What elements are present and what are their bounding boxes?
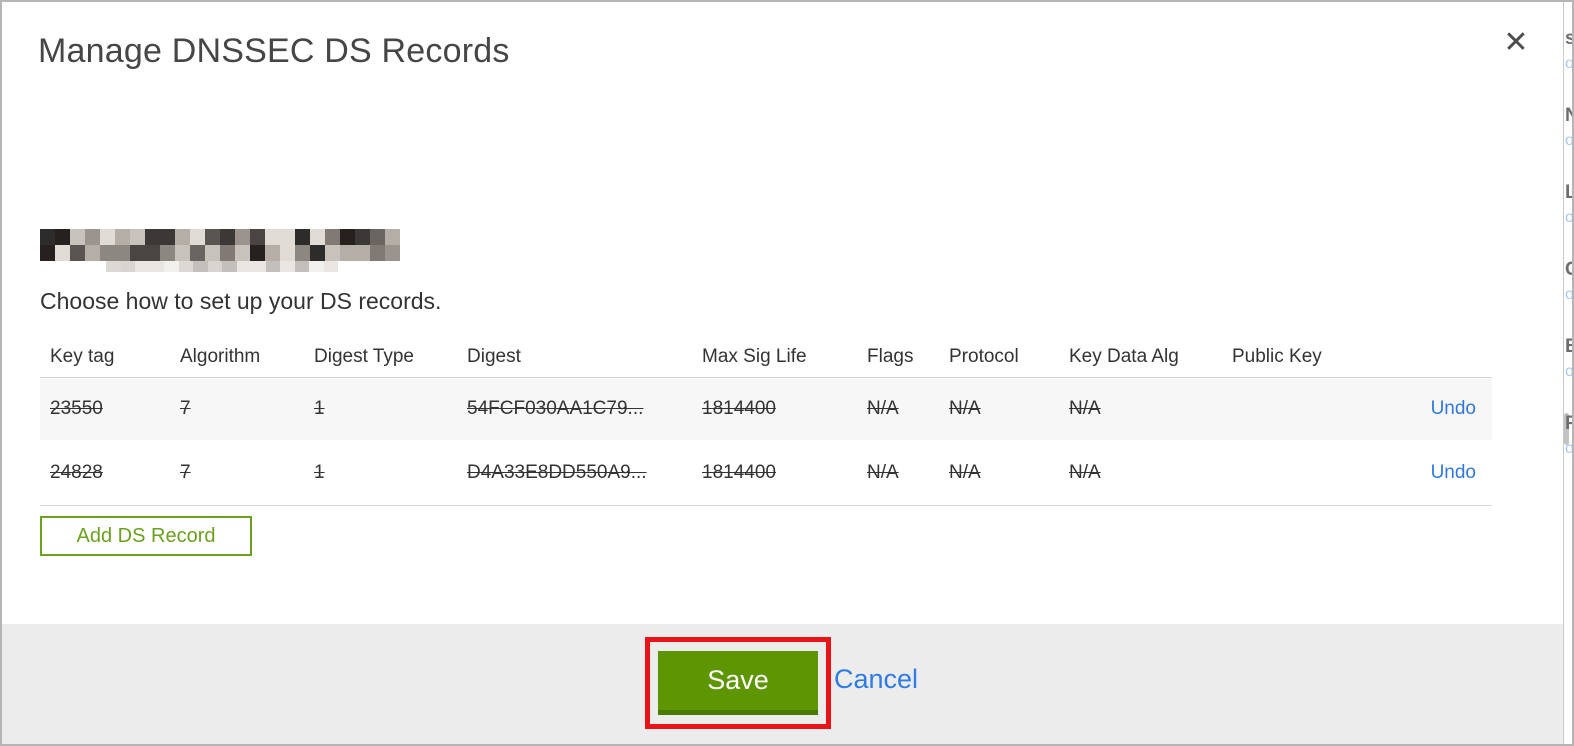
background-link-fragment: o [1565,286,1572,304]
ds-records-table: Key tag Algorithm Digest Type Digest Max… [40,336,1492,506]
col-header-key-data-alg: Key Data Alg [1069,345,1179,367]
background-text-fragment: L [1565,182,1572,204]
red-highlight-annotation: Save [645,637,831,729]
background-link-fragment: o [1565,132,1572,150]
cell-digest-type: 1 [314,398,325,419]
table-row: 24828 7 1 D4A33E8DD550A9... 1814400 N/A … [40,440,1492,506]
cell-digest: D4A33E8DD550A9... [467,461,647,483]
background-link-fragment: o [1565,55,1572,73]
redacted-domain-name [40,229,400,261]
cell-key-data-alg: N/A [1069,398,1101,419]
page-title: Manage DNSSEC DS Records [38,32,510,70]
cell-digest: 54FCF030AA1C79... [467,398,644,419]
cell-key-tag: 23550 [50,398,103,419]
redacted-domain-fringe [106,261,338,272]
col-header-key-tag: Key tag [50,345,115,367]
cell-algorithm: 7 [180,398,191,419]
background-text-fragment: s [1565,28,1572,50]
cell-max-sig-life: 1814400 [702,398,776,419]
background-text-fragment: P [1565,413,1572,435]
background-link-fragment: o [1565,440,1572,458]
undo-link[interactable]: Undo [1431,398,1476,419]
close-icon[interactable]: ✕ [1496,22,1536,62]
col-header-digest-type: Digest Type [314,345,414,367]
col-header-protocol: Protocol [949,345,1019,367]
cell-key-data-alg: N/A [1069,461,1101,483]
cell-protocol: N/A [949,461,981,483]
background-text-fragment: C [1565,259,1572,281]
add-ds-record-button[interactable]: Add DS Record [40,516,252,556]
cell-flags: N/A [867,461,899,483]
cell-algorithm: 7 [180,461,191,483]
table-header-row: Key tag Algorithm Digest Type Digest Max… [40,336,1492,378]
col-header-public-key: Public Key [1232,345,1322,367]
cell-max-sig-life: 1814400 [702,461,776,483]
modal-footer: Save Cancel [2,624,1563,744]
col-header-digest: Digest [467,345,521,367]
col-header-algorithm: Algorithm [180,345,261,367]
cell-protocol: N/A [949,398,981,419]
table-row: 23550 7 1 54FCF030AA1C79... 1814400 N/A … [40,378,1492,440]
background-link-fragment: o [1565,209,1572,227]
screenshot-frame: Manage DNSSEC DS Records ✕ Choose how to… [0,0,1574,746]
undo-link[interactable]: Undo [1431,462,1476,483]
col-header-max-sig-life: Max Sig Life [702,345,807,367]
background-text-fragment: E [1565,336,1572,358]
cell-key-tag: 24828 [50,461,103,483]
cancel-link[interactable]: Cancel [834,664,918,695]
col-header-flags: Flags [867,345,914,367]
cell-digest-type: 1 [314,461,325,483]
background-text-fragment: N [1565,105,1572,127]
background-page-sliver: soNoLoCoEoPo [1564,2,1572,744]
background-link-fragment: o [1565,363,1572,381]
cell-flags: N/A [867,398,899,419]
save-button[interactable]: Save [658,651,818,715]
dnssec-modal: Manage DNSSEC DS Records ✕ Choose how to… [2,2,1564,744]
intro-text: Choose how to set up your DS records. [40,288,442,314]
